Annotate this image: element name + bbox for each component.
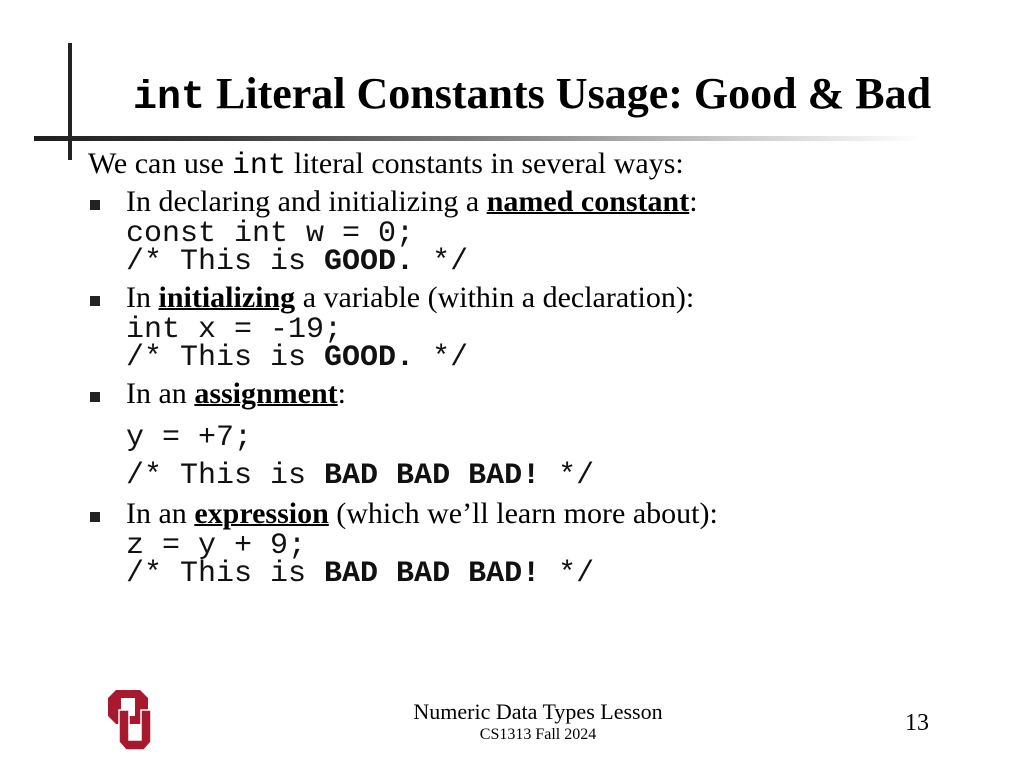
intro-text-before: We can use [88,147,224,180]
slide-body: We can use int literal constants in severa… [88,146,988,591]
bullet-text: : [337,377,347,410]
comment-suffix: */ [540,557,595,591]
bullet-emphasis: named constant [486,185,690,218]
bullet-item: In an expression (which we’ll learn more… [88,496,988,532]
bullet-text: In [126,281,159,314]
comment-verdict: BAD BAD BAD! [324,557,541,591]
bullet-text: In declaring and initializing a [126,185,487,218]
comment-verdict: BAD BAD BAD! [324,459,541,493]
bullet-text: In an [126,377,195,410]
code-comment: /* This is GOOD. */ [88,245,988,279]
code-line: z = y + 9; [126,529,307,563]
intro-text-after: literal constants in several ways: [293,147,684,180]
bullet-emphasis: assignment [194,377,338,410]
title-text: Literal Constants Usage: Good & Bad [205,69,932,118]
code-line: y = +7; [126,421,253,455]
comment-verdict: GOOD. [324,341,415,375]
title-keyword: int [133,76,206,121]
bullet-item: In an assignment: [88,376,988,412]
code-comment: /* This is BAD BAD BAD! */ [88,557,988,591]
bullet-emphasis: initializing [158,281,296,314]
slide-title: int Literal Constants Usage: Good & Bad [133,68,931,125]
code-comment: /* This is BAD BAD BAD! */ [88,458,988,494]
comment-verdict: GOOD. [324,245,415,279]
bullet-text: (which we’ll learn more about): [328,497,718,530]
code-line: int x = -19; [126,313,343,347]
footer-lesson-title: Numeric Data Types Lesson [413,699,663,724]
bullet-item: In initializing a variable (within a dec… [88,280,988,316]
comment-suffix: */ [414,245,469,279]
code-line: const int w = 0; [126,217,415,251]
title-horizontal-rule [34,136,924,141]
bullet-item: In declaring and initializing a named co… [88,184,988,220]
comment-prefix: /* This is [126,341,325,375]
bullet-text: : [689,185,698,218]
comment-prefix: /* This is [126,459,325,493]
intro-keyword: int [231,149,286,183]
title-vertical-rule [68,43,72,160]
code-comment: /* This is GOOD. */ [88,341,988,375]
comment-suffix: */ [540,459,595,493]
bullet-text: In an [126,497,195,530]
comment-suffix: */ [414,341,469,375]
bullet-emphasis: expression [194,497,329,530]
bullet-text: a variable (within a declaration): [295,281,695,314]
comment-prefix: /* This is [126,245,325,279]
intro-line: We can use int literal constants in severa… [88,146,988,184]
page-number: 13 [905,710,929,736]
comment-prefix: /* This is [126,557,325,591]
footer-course: CS1313 Fall 2024 [479,726,597,743]
